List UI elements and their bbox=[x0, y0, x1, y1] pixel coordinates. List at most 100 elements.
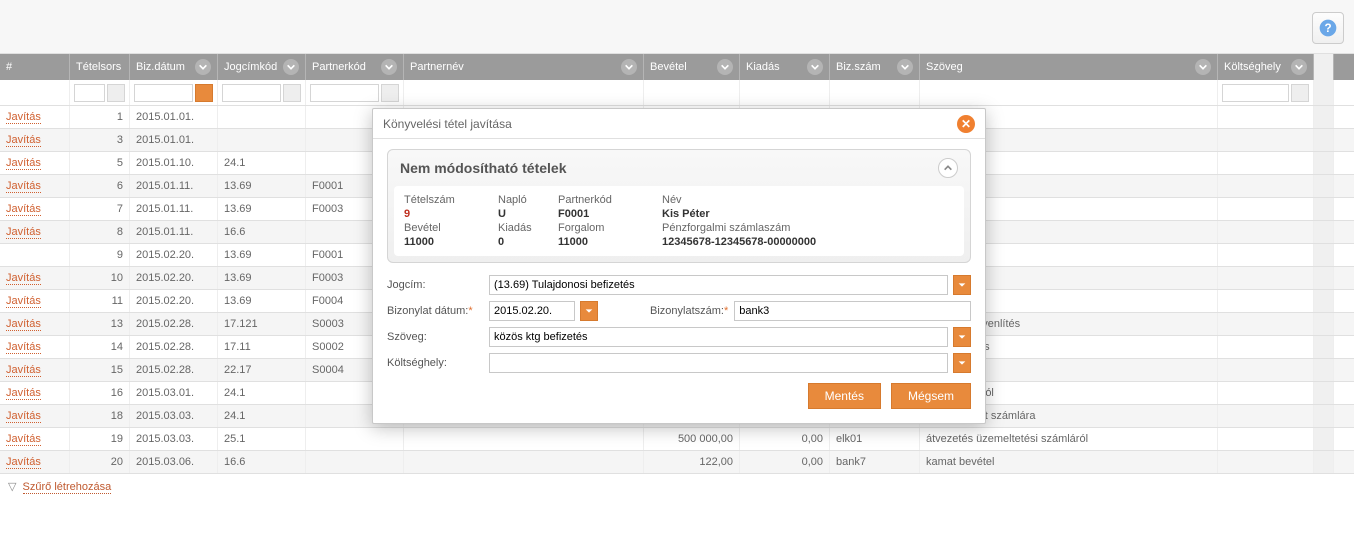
edit-link[interactable]: Javítás bbox=[6, 410, 41, 423]
filter-num[interactable] bbox=[74, 84, 105, 102]
cell-scroll bbox=[1314, 313, 1334, 335]
filter-btn-num[interactable] bbox=[107, 84, 125, 102]
cell-num: 9 bbox=[70, 244, 130, 266]
col-bizdatum[interactable]: Biz.dátum bbox=[130, 54, 218, 80]
filter-jog[interactable] bbox=[222, 84, 281, 102]
edit-link[interactable]: Javítás bbox=[6, 387, 41, 400]
dialog-close-button[interactable]: ✕ bbox=[957, 115, 975, 133]
chevron-down-icon[interactable] bbox=[283, 59, 299, 75]
chevron-down-icon[interactable] bbox=[381, 59, 397, 75]
val-tetelszam: 9 bbox=[404, 208, 494, 220]
lbl-bizszam: Bizonylatszám:* bbox=[650, 305, 728, 317]
col-partnerkod[interactable]: Partnerkód bbox=[306, 54, 404, 80]
create-filter-link[interactable]: Szűrő létrehozása bbox=[23, 481, 112, 494]
cell-kh bbox=[1218, 336, 1314, 358]
save-button[interactable]: Mentés bbox=[808, 383, 881, 409]
filter-date[interactable] bbox=[134, 84, 193, 102]
cell-scroll bbox=[1314, 106, 1334, 128]
dropdown-koltseghely[interactable] bbox=[953, 353, 971, 373]
col-tetelsors[interactable]: Tételsors bbox=[70, 54, 130, 80]
col-edit[interactable]: # bbox=[0, 54, 70, 80]
chevron-down-icon[interactable] bbox=[1291, 59, 1307, 75]
col-pn-label: Partnernév bbox=[410, 61, 464, 73]
col-szoveg[interactable]: Szöveg bbox=[920, 54, 1218, 80]
readonly-panel: Nem módosítható tételek Tételszám Napló … bbox=[387, 149, 971, 263]
cell-kh bbox=[1218, 405, 1314, 427]
help-button[interactable]: ? bbox=[1312, 12, 1344, 44]
cell-num: 16 bbox=[70, 382, 130, 404]
edit-link[interactable]: Javítás bbox=[6, 272, 41, 285]
cell-scroll bbox=[1314, 267, 1334, 289]
val-nev: Kis Péter bbox=[662, 208, 954, 220]
col-koltseghely[interactable]: Költséghely bbox=[1218, 54, 1314, 80]
col-kiadas[interactable]: Kiadás bbox=[740, 54, 830, 80]
chevron-down-icon[interactable] bbox=[621, 59, 637, 75]
dropdown-szoveg[interactable] bbox=[953, 327, 971, 347]
chevron-down-icon[interactable] bbox=[1195, 59, 1211, 75]
filter-kh[interactable] bbox=[1222, 84, 1289, 102]
chevron-down-icon[interactable] bbox=[717, 59, 733, 75]
cell-biz: elk01 bbox=[830, 428, 920, 450]
filter-btn-date[interactable] bbox=[195, 84, 213, 102]
val-szamla: 12345678-12345678-00000000 bbox=[662, 236, 954, 248]
edit-link[interactable]: Javítás bbox=[6, 134, 41, 147]
input-szoveg[interactable] bbox=[489, 327, 948, 347]
chevron-down-icon[interactable] bbox=[195, 59, 211, 75]
cell-bev: 500 000,00 bbox=[644, 428, 740, 450]
input-koltseghely[interactable] bbox=[489, 353, 948, 373]
info-grid: Tételszám Napló Partnerkód Név 9 U F0001… bbox=[404, 194, 954, 248]
edit-link[interactable]: Javítás bbox=[6, 226, 41, 239]
edit-link[interactable]: Javítás bbox=[6, 364, 41, 377]
col-bevetel[interactable]: Bevétel bbox=[644, 54, 740, 80]
lbl-bizdatum: Bizonylat dátum:* bbox=[387, 305, 483, 317]
val-bevetel: 11000 bbox=[404, 236, 494, 248]
panel-collapse-button[interactable] bbox=[938, 158, 958, 178]
input-jogcim[interactable] bbox=[489, 275, 948, 295]
cancel-button[interactable]: Mégsem bbox=[891, 383, 971, 409]
filter-btn-pk[interactable] bbox=[381, 84, 399, 102]
edit-link[interactable]: Javítás bbox=[6, 433, 41, 446]
chevron-down-icon[interactable] bbox=[897, 59, 913, 75]
edit-link[interactable]: Javítás bbox=[6, 456, 41, 469]
col-partnernev[interactable]: Partnernév bbox=[404, 54, 644, 80]
edit-link[interactable]: Javítás bbox=[6, 318, 41, 331]
input-bizdatum[interactable] bbox=[489, 301, 575, 321]
cell-scroll bbox=[1314, 129, 1334, 151]
edit-link[interactable]: Javítás bbox=[6, 203, 41, 216]
dialog-titlebar[interactable]: Könyvelési tétel javítása ✕ bbox=[373, 109, 985, 139]
edit-link[interactable]: Javítás bbox=[6, 341, 41, 354]
filter-pk[interactable] bbox=[310, 84, 379, 102]
panel-title: Nem módosítható tételek bbox=[400, 160, 566, 176]
cell-kia: 0,00 bbox=[740, 428, 830, 450]
filter-btn-jog[interactable] bbox=[283, 84, 301, 102]
cell-jog: 16.6 bbox=[218, 451, 306, 473]
cell-szov: átvezetés üzemeltetési számláról bbox=[920, 428, 1218, 450]
cell-num: 10 bbox=[70, 267, 130, 289]
col-bizszam[interactable]: Biz.szám bbox=[830, 54, 920, 80]
edit-link[interactable]: Javítás bbox=[6, 295, 41, 308]
dropdown-jogcim[interactable] bbox=[953, 275, 971, 295]
chevron-down-icon[interactable] bbox=[807, 59, 823, 75]
cell-jog: 13.69 bbox=[218, 244, 306, 266]
help-icon: ? bbox=[1318, 18, 1338, 38]
cell-scroll bbox=[1314, 152, 1334, 174]
edit-link[interactable]: Javítás bbox=[6, 111, 41, 124]
edit-link[interactable]: Javítás bbox=[6, 157, 41, 170]
datepicker-bizdatum[interactable] bbox=[580, 301, 598, 321]
cell-date: 2015.02.28. bbox=[130, 336, 218, 358]
table-row: Javítás192015.03.03.25.1500 000,000,00el… bbox=[0, 428, 1354, 451]
edit-link[interactable]: Javítás bbox=[6, 180, 41, 193]
col-jogcimkod[interactable]: Jogcímkód bbox=[218, 54, 306, 80]
cell-scroll bbox=[1314, 428, 1334, 450]
lbl-forgalom: Forgalom bbox=[558, 222, 658, 234]
input-bizszam[interactable] bbox=[734, 301, 971, 321]
cell-date: 2015.02.20. bbox=[130, 244, 218, 266]
cell-jog: 22.17 bbox=[218, 359, 306, 381]
lbl-szamla: Pénzforgalmi számlaszám bbox=[662, 222, 954, 234]
lbl-naplo: Napló bbox=[498, 194, 554, 206]
filter-btn-kh[interactable] bbox=[1291, 84, 1309, 102]
cell-kh bbox=[1218, 359, 1314, 381]
cell-kh bbox=[1218, 313, 1314, 335]
top-bar: ? bbox=[0, 0, 1354, 54]
lbl-partnerkod: Partnerkód bbox=[558, 194, 658, 206]
